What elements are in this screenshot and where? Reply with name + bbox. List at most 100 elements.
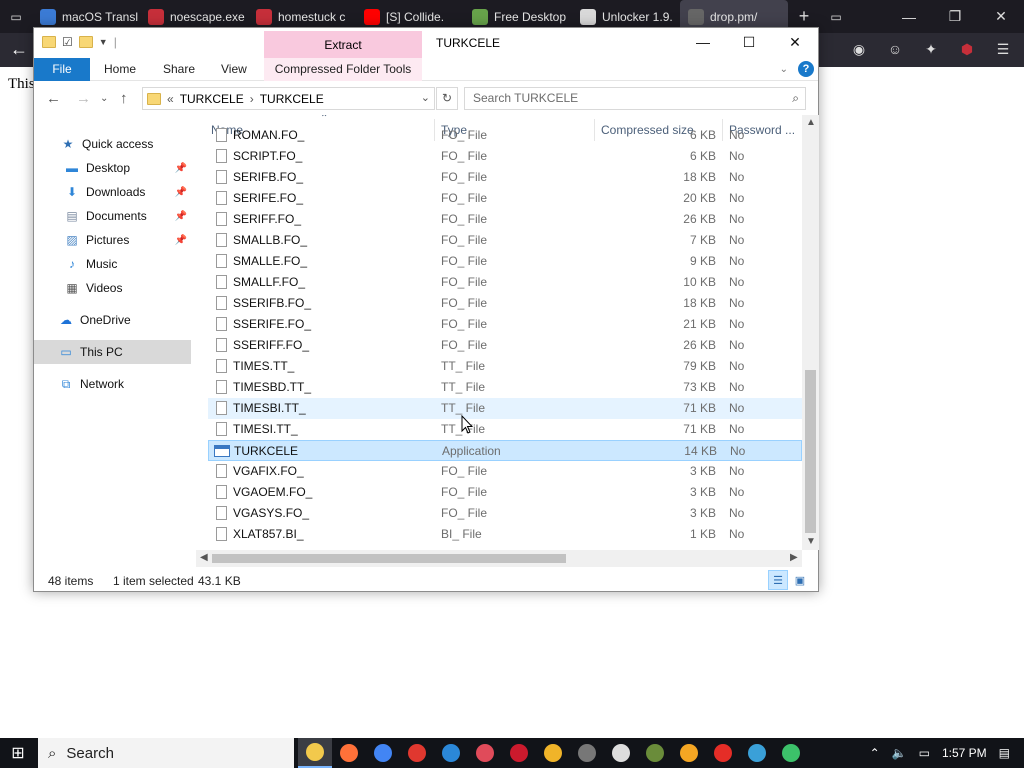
app-icon[interactable] xyxy=(400,738,434,768)
breadcrumb-separator-icon[interactable]: › xyxy=(250,92,254,106)
maximize-button[interactable]: ☐ xyxy=(726,28,772,56)
file-row[interactable]: ROMAN.FO_ FO_ File 6 KB No xyxy=(208,125,802,146)
chevron-up-icon[interactable]: ⌃ xyxy=(870,746,880,760)
bucket-icon[interactable] xyxy=(774,738,808,768)
file-row[interactable]: SSERIFB.FO_ FO_ File 18 KB No xyxy=(208,293,802,314)
file-row[interactable]: SSERIFF.FO_ FO_ File 26 KB No xyxy=(208,335,802,356)
properties-icon[interactable]: ☑ xyxy=(62,35,73,49)
sidebar-item[interactable]: ▨ Pictures 📌 xyxy=(34,228,191,252)
windows-start-icon[interactable]: ⊞ xyxy=(0,738,36,768)
sidebar-item[interactable]: ▦ Videos xyxy=(34,276,191,300)
breadcrumb-overflow[interactable]: « xyxy=(167,92,174,106)
file-explorer-icon[interactable] xyxy=(298,738,332,768)
browser-icon[interactable] xyxy=(706,738,740,768)
minimize-button[interactable]: — xyxy=(680,28,726,56)
extension-icon[interactable]: ◉ xyxy=(848,38,870,60)
sidebar-item[interactable]: ▭ This PC xyxy=(34,340,191,364)
scroll-up-icon[interactable]: ▲ xyxy=(806,117,816,128)
sidebar-item[interactable]: ⬇ Downloads 📌 xyxy=(34,180,191,204)
back-icon[interactable]: ← xyxy=(46,90,61,107)
opera-icon[interactable] xyxy=(502,738,536,768)
tab-share[interactable]: Share xyxy=(163,58,195,81)
search-input[interactable]: Search TURKCELE ⌕ xyxy=(464,87,806,110)
file-row[interactable]: TURKCELE Application 14 KB No xyxy=(208,440,802,461)
file-row[interactable]: SCRIPT.FO_ FO_ File 6 KB No xyxy=(208,146,802,167)
ublock-icon[interactable]: ⬢ xyxy=(956,38,978,60)
minimize-icon[interactable]: — xyxy=(886,0,932,33)
extensions-puzzle-icon[interactable]: ✦ xyxy=(920,38,942,60)
monitor-icon[interactable] xyxy=(740,738,774,768)
sidebar-item[interactable]: ⧉ Network xyxy=(34,372,191,396)
file-row[interactable]: SSERIFE.FO_ FO_ File 21 KB No xyxy=(208,314,802,335)
taskbar-search[interactable]: ⌕ Search xyxy=(38,738,294,768)
clock[interactable]: 1:57 PM xyxy=(942,746,987,760)
tab-file[interactable]: File xyxy=(34,58,90,81)
close-button[interactable]: ✕ xyxy=(772,28,818,56)
sidebar-item[interactable]: ▬ Desktop 📌 xyxy=(34,156,191,180)
large-icons-view-icon[interactable]: ▣ xyxy=(790,570,810,590)
menu-icon[interactable]: ☰ xyxy=(992,38,1014,60)
horizontal-scrollbar[interactable]: ◀ ▶ xyxy=(196,550,802,567)
sidebar-item[interactable]: ♪ Music xyxy=(34,252,191,276)
tab-view[interactable]: View xyxy=(221,58,247,81)
up-icon[interactable]: ↑ xyxy=(120,90,128,107)
file-row[interactable]: TIMES.TT_ TT_ File 79 KB No xyxy=(208,356,802,377)
tab-home[interactable]: Home xyxy=(104,58,136,81)
help-icon[interactable]: ? xyxy=(798,61,814,77)
notification-icon[interactable]: ▤ xyxy=(999,746,1010,760)
chrome-icon[interactable] xyxy=(366,738,400,768)
scroll-right-icon[interactable]: ▶ xyxy=(790,552,798,563)
expand-ribbon-icon[interactable]: ⌄ xyxy=(780,64,788,75)
file-row[interactable]: SMALLE.FO_ FO_ File 9 KB No xyxy=(208,251,802,272)
restore-icon[interactable]: ❐ xyxy=(932,0,978,33)
file-row[interactable]: TIMESBD.TT_ TT_ File 73 KB No xyxy=(208,377,802,398)
file-row[interactable]: XLAT857.BI_ BI_ File 1 KB No xyxy=(208,524,802,545)
back-arrow-icon[interactable]: ← xyxy=(10,39,28,60)
address-row: ← → ⌄ ↑ « TURKCELE › TURKCELE ⌄ ↻ Search… xyxy=(34,83,818,115)
file-row[interactable]: SMALLB.FO_ FO_ File 7 KB No xyxy=(208,230,802,251)
refresh-button[interactable]: ↻ xyxy=(436,87,458,110)
firefox-icon[interactable] xyxy=(332,738,366,768)
file-row[interactable]: TIMESI.TT_ TT_ File 71 KB No xyxy=(208,419,802,440)
sidebar-item[interactable]: ☁ OneDrive xyxy=(34,308,191,332)
game-icon[interactable] xyxy=(536,738,570,768)
breadcrumb-item[interactable]: TURKCELE xyxy=(180,92,244,106)
minecraft-icon[interactable] xyxy=(638,738,672,768)
scrollbar-thumb[interactable] xyxy=(805,370,816,533)
tab-compressed-folder-tools[interactable]: Compressed Folder Tools xyxy=(264,58,422,81)
speaker-icon[interactable]: 🔈 xyxy=(892,746,907,760)
tab-overview-icon[interactable]: ▭ xyxy=(820,0,852,33)
tab-list-icon[interactable]: ▭ xyxy=(0,0,32,33)
new-folder-icon[interactable] xyxy=(78,36,93,48)
breadcrumb-item[interactable]: TURKCELE xyxy=(260,92,324,106)
chevron-down-icon[interactable]: ▼ xyxy=(99,37,108,47)
vertical-scrollbar[interactable]: ▲ ▼ xyxy=(802,115,819,550)
tank-icon[interactable] xyxy=(570,738,604,768)
file-row[interactable]: SERIFE.FO_ FO_ File 20 KB No xyxy=(208,188,802,209)
diamond-icon[interactable] xyxy=(604,738,638,768)
scrollbar-thumb[interactable] xyxy=(212,554,566,563)
file-row[interactable]: TIMESBI.TT_ TT_ File 71 KB No xyxy=(208,398,802,419)
shield-icon[interactable] xyxy=(434,738,468,768)
details-view-icon[interactable]: ☰ xyxy=(768,570,788,590)
file-row[interactable]: VGASYS.FO_ FO_ File 3 KB No xyxy=(208,503,802,524)
camera-icon[interactable] xyxy=(468,738,502,768)
network-icon[interactable]: ▭ xyxy=(919,746,930,760)
account-icon[interactable]: ☺ xyxy=(884,38,906,60)
file-row[interactable]: VGAFIX.FO_ FO_ File 3 KB No xyxy=(208,461,802,482)
file-row[interactable]: VGAOEM.FO_ FO_ File 3 KB No xyxy=(208,482,802,503)
chevron-down-icon[interactable]: ⌄ xyxy=(421,91,430,104)
yandex-icon[interactable] xyxy=(672,738,706,768)
sidebar-item[interactable]: ▤ Documents 📌 xyxy=(34,204,191,228)
close-icon[interactable]: ✕ xyxy=(978,0,1024,33)
recent-locations-icon[interactable]: ⌄ xyxy=(100,93,108,104)
file-row[interactable]: SMALLF.FO_ FO_ File 10 KB No xyxy=(208,272,802,293)
scroll-left-icon[interactable]: ◀ xyxy=(200,552,208,563)
scroll-down-icon[interactable]: ▼ xyxy=(806,536,816,547)
forward-icon[interactable]: → xyxy=(76,90,91,107)
file-name: SMALLB.FO_ xyxy=(233,233,308,247)
address-bar[interactable]: « TURKCELE › TURKCELE ⌄ xyxy=(142,87,435,110)
sidebar-item[interactable]: ★ Quick access xyxy=(34,132,191,156)
file-row[interactable]: SERIFB.FO_ FO_ File 18 KB No xyxy=(208,167,802,188)
file-row[interactable]: SERIFF.FO_ FO_ File 26 KB No xyxy=(208,209,802,230)
